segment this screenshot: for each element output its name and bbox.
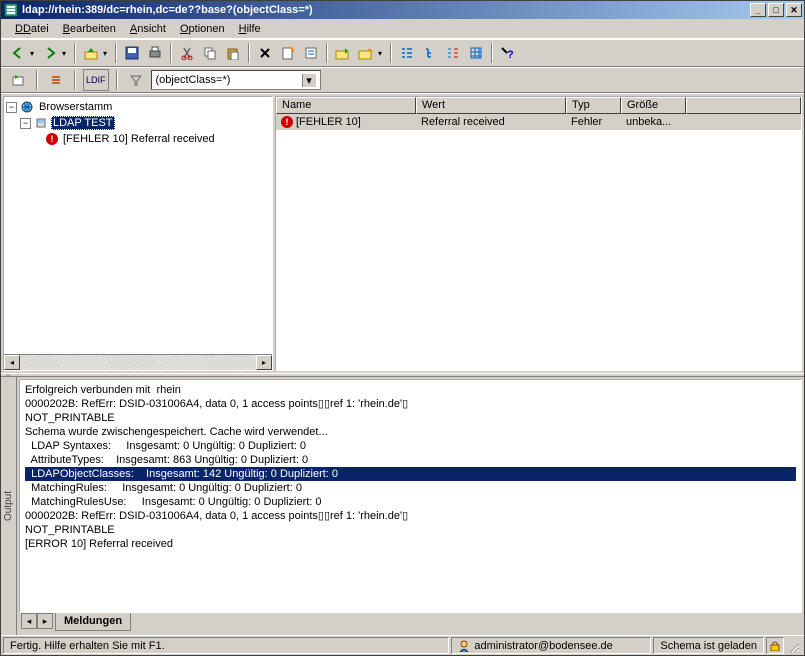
export-button[interactable] [45, 69, 67, 91]
collapse-icon[interactable]: − [6, 102, 17, 113]
tab-meldungen[interactable]: Meldungen [55, 613, 131, 631]
status-lock [766, 637, 784, 654]
refresh-button[interactable] [7, 69, 29, 91]
ldif-button[interactable]: LDIF [83, 69, 109, 91]
cut-button[interactable] [176, 42, 198, 64]
cell-wert: Referral received [416, 116, 566, 128]
tree-node-ldaptest[interactable]: − LDAP TEST [6, 115, 270, 131]
maximize-button[interactable]: □ [768, 3, 784, 17]
col-spacer [686, 97, 801, 114]
output-line: Schema wurde zwischengespeichert. Cache … [25, 425, 796, 439]
menubar: DDatei Bearbeiten Ansicht Optionen Hilfe [1, 19, 804, 39]
menu-hilfe[interactable]: Hilfe [233, 21, 267, 37]
cell-typ: Fehler [566, 116, 621, 128]
col-name[interactable]: Name [276, 97, 416, 114]
tree-hscroll[interactable]: ◂ ▸ [4, 354, 272, 370]
tree-node-error[interactable]: ! [FEHLER 10] Referral received [6, 131, 270, 147]
cell-groesse: unbeka... [621, 116, 686, 128]
app-icon [3, 2, 19, 18]
list-header: Name Wert Typ Größe [276, 97, 801, 114]
copy-button[interactable] [199, 42, 221, 64]
col-groesse[interactable]: Größe [621, 97, 686, 114]
tree-node-error-label: [FEHLER 10] Referral received [61, 133, 217, 145]
output-line: NOT_PRINTABLE [25, 523, 796, 537]
up-button[interactable] [80, 42, 102, 64]
back-button[interactable] [7, 42, 29, 64]
output-line: AttributeTypes: Insgesamt: 863 Ungültig:… [25, 453, 796, 467]
menu-bearbeiten[interactable]: Bearbeiten [57, 21, 122, 37]
view-grid-button[interactable] [465, 42, 487, 64]
bookmark-button[interactable] [332, 42, 354, 64]
output-line: MatchingRulesUse: Insgesamt: 0 Ungültig:… [25, 495, 796, 509]
back-dropdown[interactable]: ▾ [30, 49, 38, 58]
status-help: Fertig. Hilfe erhalten Sie mit F1. [3, 637, 449, 654]
output-text[interactable]: Erfolgreich verbunden mit rhein 0000202B… [19, 379, 802, 613]
output-line: MatchingRules: Insgesamt: 0 Ungültig: 0 … [25, 481, 796, 495]
col-wert[interactable]: Wert [416, 97, 566, 114]
output-line: 0000202B: RefErr: DSID-031006A4, data 0,… [25, 397, 796, 411]
tree-pane: − Browserstamm − LDAP TEST ! [FEHLER 10]… [3, 96, 273, 371]
forward-dropdown[interactable]: ▾ [62, 49, 70, 58]
tree-root-label: Browserstamm [37, 101, 114, 113]
menu-optionen[interactable]: Optionen [174, 21, 231, 37]
tab-next-button[interactable]: ▸ [37, 613, 53, 629]
chevron-down-icon: ▾ [302, 74, 316, 87]
folder-dropdown[interactable]: ▾ [378, 49, 386, 58]
filter-icon[interactable] [125, 69, 147, 91]
delete-button[interactable] [254, 42, 276, 64]
up-dropdown[interactable]: ▾ [103, 49, 111, 58]
list-pane: Name Wert Typ Größe ! [FEHLER 10] Referr… [275, 96, 802, 371]
lock-icon [770, 641, 780, 651]
window-title: ldap://rhein:389/dc=rhein,dc=de??base?(o… [22, 4, 748, 16]
view-list-button[interactable] [396, 42, 418, 64]
folder-button[interactable] [355, 42, 377, 64]
scroll-right-icon[interactable]: ▸ [256, 355, 272, 370]
tab-prev-button[interactable]: ◂ [21, 613, 37, 629]
output-line: NOT_PRINTABLE [25, 411, 796, 425]
view-tree-button[interactable] [419, 42, 441, 64]
minimize-button[interactable]: _ [750, 3, 766, 17]
status-schema: Schema ist geladen [653, 637, 764, 654]
resize-grip[interactable] [786, 637, 802, 654]
output-line: 0000202B: RefErr: DSID-031006A4, data 0,… [25, 509, 796, 523]
tree-node-label: LDAP TEST [51, 116, 115, 130]
menu-datei-label: Datei [23, 23, 49, 35]
collapse-icon[interactable]: − [20, 118, 31, 129]
toolbar: ▾ ▾ ▾ ▾ ? [1, 39, 804, 67]
server-icon [34, 116, 48, 130]
scroll-left-icon[interactable]: ◂ [4, 355, 20, 370]
statusbar: Fertig. Hilfe erhalten Sie mit F1. admin… [1, 635, 804, 655]
output-line-selected: LDAPObjectClasses: Insgesamt: 142 Ungült… [25, 467, 796, 481]
output-tabs: ◂ ▸ Meldungen [19, 613, 802, 633]
cell-name: [FEHLER 10] [296, 116, 361, 128]
status-user: administrator@bodensee.de [451, 637, 651, 654]
print-button[interactable] [144, 42, 166, 64]
output-line: [ERROR 10] Referral received [25, 537, 796, 551]
menu-ansicht[interactable]: Ansicht [124, 21, 172, 37]
menu-datei[interactable]: DDatei [9, 21, 55, 37]
globe-icon [20, 100, 34, 114]
titlebar: ldap://rhein:389/dc=rhein,dc=de??base?(o… [1, 1, 804, 19]
paste-button[interactable] [222, 42, 244, 64]
user-icon [458, 640, 470, 652]
close-button[interactable]: ✕ [786, 3, 802, 17]
save-button[interactable] [121, 42, 143, 64]
tree-root[interactable]: − Browserstamm [6, 99, 270, 115]
output-side-tab[interactable]: Output [1, 377, 17, 635]
properties-button[interactable] [300, 42, 322, 64]
svg-text:?: ? [507, 49, 514, 60]
help-button[interactable]: ? [497, 42, 519, 64]
view-filter-button[interactable] [442, 42, 464, 64]
error-icon: ! [281, 116, 293, 128]
output-line: LDAP Syntaxes: Insgesamt: 0 Ungültig: 0 … [25, 439, 796, 453]
error-icon: ! [46, 133, 58, 145]
forward-button[interactable] [39, 42, 61, 64]
filter-combo[interactable]: (objectClass=*) ▾ [151, 70, 321, 90]
new-entry-button[interactable] [277, 42, 299, 64]
filter-value: (objectClass=*) [156, 74, 231, 86]
output-line: Erfolgreich verbunden mit rhein [25, 383, 796, 397]
list-row[interactable]: ! [FEHLER 10] Referral received Fehler u… [276, 114, 801, 130]
filterbar: LDIF (objectClass=*) ▾ [1, 67, 804, 93]
col-typ[interactable]: Typ [566, 97, 621, 114]
